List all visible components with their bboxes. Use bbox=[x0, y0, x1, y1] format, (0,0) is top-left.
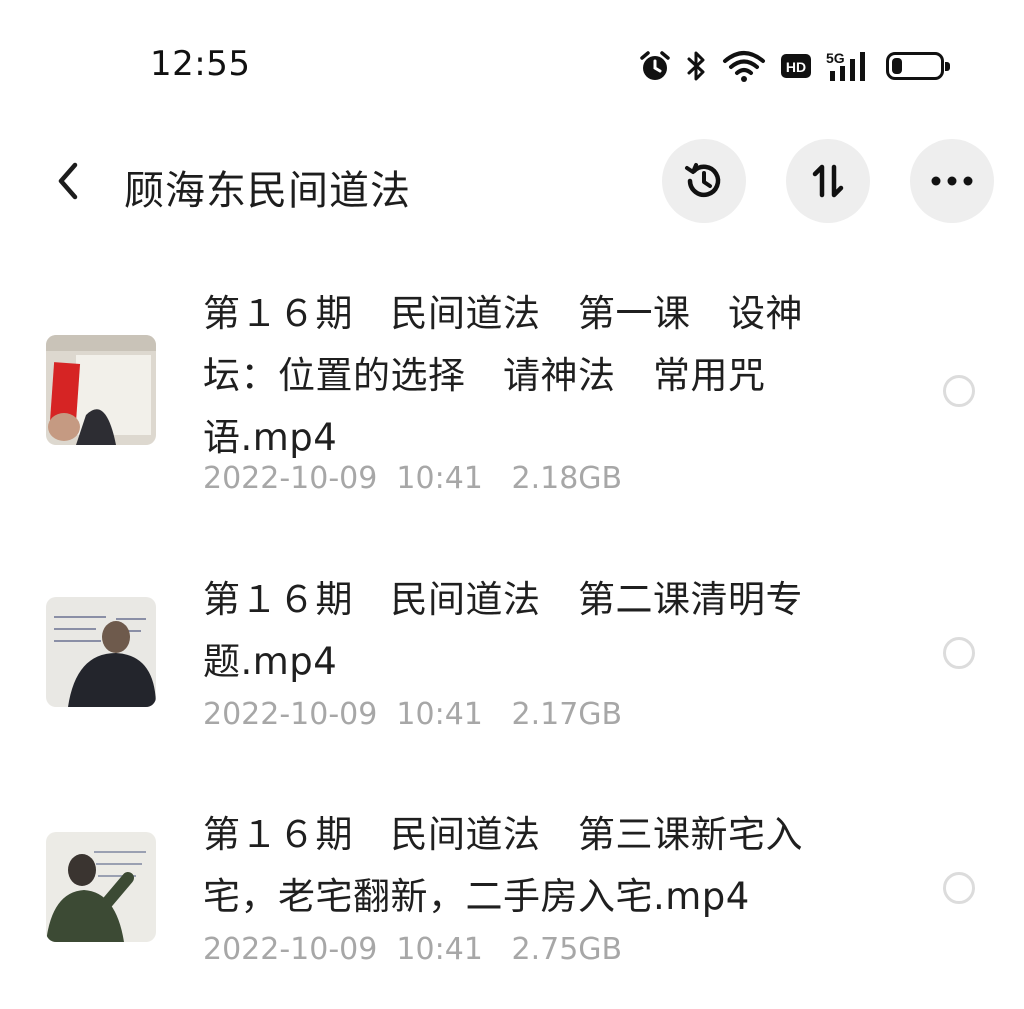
file-size: 2.18GB bbox=[511, 461, 623, 496]
header: 顾海东民间道法 bbox=[0, 138, 1024, 228]
file-meta: 2022-10-09 10:41 2.18GB bbox=[203, 461, 622, 496]
hd-icon: HD bbox=[780, 52, 812, 80]
video-thumbnail bbox=[46, 335, 156, 445]
sort-icon bbox=[812, 164, 844, 198]
file-date: 2022-10-09 10:41 bbox=[203, 932, 483, 967]
sort-button[interactable] bbox=[786, 139, 870, 223]
list-item[interactable]: 第１６期 民间道法 第二课清明专题.mp4 2022-10-09 10:41 2… bbox=[0, 569, 1024, 749]
file-name: 第１６期 民间道法 第三课新宅入宅，老宅翻新，二手房入宅.mp4 bbox=[203, 813, 803, 918]
history-button[interactable] bbox=[662, 139, 746, 223]
video-thumbnail bbox=[46, 832, 156, 942]
file-size: 2.75GB bbox=[511, 932, 623, 967]
file-size: 2.17GB bbox=[511, 697, 623, 732]
history-icon bbox=[685, 163, 721, 198]
page-title: 顾海东民间道法 bbox=[124, 168, 411, 214]
back-button[interactable] bbox=[46, 158, 90, 204]
chevron-left-icon bbox=[58, 162, 78, 200]
hd-label: HD bbox=[786, 59, 806, 75]
file-meta: 2022-10-09 10:41 2.75GB bbox=[203, 932, 622, 967]
more-button[interactable] bbox=[910, 139, 994, 223]
select-radio[interactable] bbox=[943, 872, 975, 904]
select-radio[interactable] bbox=[943, 375, 975, 407]
alarm-icon bbox=[638, 49, 672, 83]
file-name: 第１６期 民间道法 第二课清明专题.mp4 bbox=[203, 578, 803, 683]
list-item[interactable]: 第１６期 民间道法 第三课新宅入宅，老宅翻新，二手房入宅.mp4 2022-10… bbox=[0, 804, 1024, 984]
more-icon bbox=[931, 176, 973, 186]
file-name: 第１６期 民间道法 第一课 设神坛：位置的选择 请神法 常用咒语.mp4 bbox=[203, 292, 803, 459]
status-icons: HD 5G bbox=[638, 46, 950, 86]
select-radio[interactable] bbox=[943, 637, 975, 669]
file-date: 2022-10-09 10:41 bbox=[203, 461, 483, 496]
file-meta: 2022-10-09 10:41 2.17GB bbox=[203, 697, 622, 732]
list-item[interactable]: 第１６期 民间道法 第一课 设神坛：位置的选择 请神法 常用咒语.mp4 202… bbox=[0, 283, 1024, 503]
network-label: 5G bbox=[826, 50, 845, 66]
status-time: 12:55 bbox=[150, 44, 251, 84]
5g-signal-icon: 5G bbox=[826, 49, 872, 83]
status-bar: 12:55 HD 5G bbox=[0, 0, 1024, 130]
bluetooth-icon bbox=[686, 49, 708, 83]
battery-icon bbox=[886, 52, 950, 80]
wifi-icon bbox=[722, 49, 766, 83]
video-thumbnail bbox=[46, 597, 156, 707]
file-date: 2022-10-09 10:41 bbox=[203, 697, 483, 732]
